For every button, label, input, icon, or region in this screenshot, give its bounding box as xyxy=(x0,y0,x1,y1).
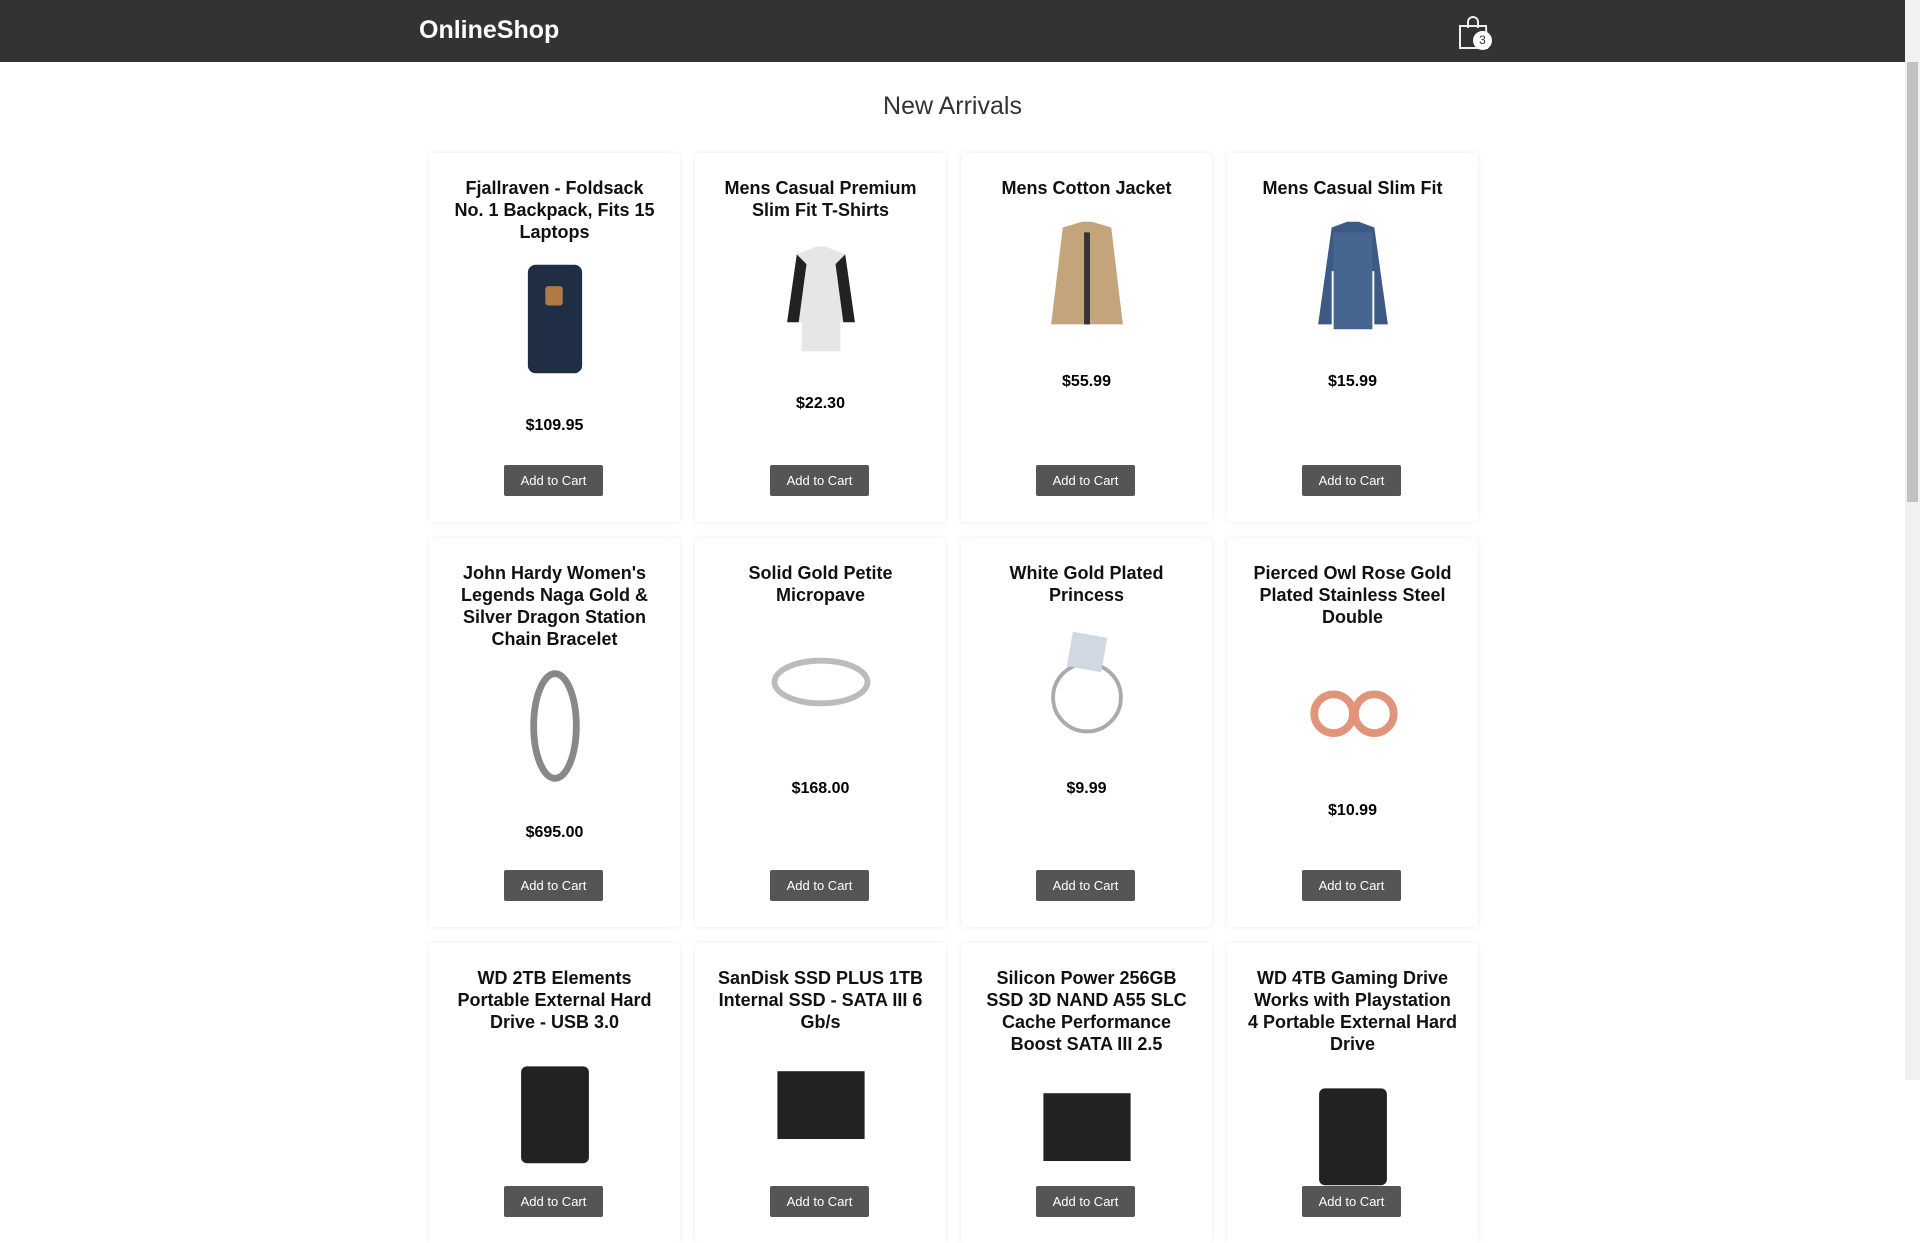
cart-count-badge: 3 xyxy=(1473,31,1492,50)
product-image[interactable] xyxy=(1247,213,1458,337)
product-price: $10.99 xyxy=(1328,802,1377,819)
product-card: Mens Casual Premium Slim Fit T-Shirts $2… xyxy=(695,153,946,522)
plugs-icon xyxy=(1309,690,1398,737)
brand-logo[interactable]: OnlineShop xyxy=(419,16,559,45)
scrollbar[interactable] xyxy=(1905,0,1920,1080)
product-card: Solid Gold Petite Micropave $168.00 Add … xyxy=(695,538,946,927)
product-image[interactable] xyxy=(715,620,926,744)
tshirt-icon xyxy=(786,246,855,352)
hard-drive-icon xyxy=(520,1066,589,1164)
product-image[interactable] xyxy=(449,664,660,788)
product-image[interactable] xyxy=(715,1047,926,1171)
product-card: SanDisk SSD PLUS 1TB Internal SSD - SATA… xyxy=(695,943,946,1243)
product-card: John Hardy Women's Legends Naga Gold & S… xyxy=(429,538,680,927)
ring-set-icon xyxy=(1050,631,1123,734)
product-title[interactable]: Solid Gold Petite Micropave xyxy=(715,562,926,606)
product-image[interactable] xyxy=(449,257,660,381)
product-card: Pierced Owl Rose Gold Plated Stainless S… xyxy=(1227,538,1478,927)
product-price: $168.00 xyxy=(791,780,850,797)
add-to-cart-button[interactable]: Add to Cart xyxy=(1302,870,1401,901)
top-navbar: OnlineShop 3 xyxy=(0,0,1905,62)
product-image[interactable] xyxy=(1247,1069,1458,1193)
add-to-cart-button[interactable]: Add to Cart xyxy=(504,870,603,901)
product-image[interactable] xyxy=(715,235,926,359)
product-title[interactable]: White Gold Plated Princess xyxy=(981,562,1192,606)
add-to-cart-button[interactable]: Add to Cart xyxy=(504,1186,603,1217)
product-title[interactable]: WD 2TB Elements Portable External Hard D… xyxy=(449,967,660,1033)
ssd-icon xyxy=(776,1071,865,1140)
product-image[interactable] xyxy=(449,1047,660,1171)
product-title[interactable]: Silicon Power 256GB SSD 3D NAND A55 SLC … xyxy=(981,967,1192,1055)
add-to-cart-button[interactable]: Add to Cart xyxy=(1302,465,1401,496)
add-to-cart-button[interactable]: Add to Cart xyxy=(1036,465,1135,496)
ssd-icon xyxy=(1042,1093,1131,1162)
product-card: Mens Cotton Jacket $55.99 Add to Cart xyxy=(961,153,1212,522)
add-to-cart-button[interactable]: Add to Cart xyxy=(770,1186,869,1217)
product-price: $55.99 xyxy=(1062,373,1111,390)
product-image[interactable] xyxy=(981,213,1192,337)
product-price: $695.00 xyxy=(525,824,584,841)
product-title[interactable]: John Hardy Women's Legends Naga Gold & S… xyxy=(449,562,660,650)
product-title[interactable]: Mens Casual Slim Fit xyxy=(1247,177,1458,199)
add-to-cart-button[interactable]: Add to Cart xyxy=(770,465,869,496)
product-title[interactable]: WD 4TB Gaming Drive Works with Playstati… xyxy=(1247,967,1458,1055)
backpack-icon xyxy=(527,264,582,374)
longsleeve-icon xyxy=(1317,221,1388,330)
product-card: White Gold Plated Princess $9.99 Add to … xyxy=(961,538,1212,927)
product-price: $15.99 xyxy=(1328,373,1377,390)
product-card: WD 4TB Gaming Drive Works with Playstati… xyxy=(1227,943,1478,1243)
product-card: WD 2TB Elements Portable External Hard D… xyxy=(429,943,680,1243)
product-card: Mens Casual Slim Fit $15.99 Add to Cart xyxy=(1227,153,1478,522)
add-to-cart-button[interactable]: Add to Cart xyxy=(1302,1186,1401,1217)
add-to-cart-button[interactable]: Add to Cart xyxy=(504,465,603,496)
product-image[interactable] xyxy=(981,1069,1192,1193)
product-image[interactable] xyxy=(981,620,1192,744)
jacket-icon xyxy=(1050,221,1123,325)
product-title[interactable]: Mens Cotton Jacket xyxy=(981,177,1192,199)
product-title[interactable]: SanDisk SSD PLUS 1TB Internal SSD - SATA… xyxy=(715,967,926,1033)
product-price: $109.95 xyxy=(525,417,584,434)
hard-drive-icon xyxy=(1318,1088,1387,1186)
product-title[interactable]: Mens Casual Premium Slim Fit T-Shirts xyxy=(715,177,926,221)
add-to-cart-button[interactable]: Add to Cart xyxy=(1036,870,1135,901)
bracelet-icon xyxy=(529,670,580,782)
add-to-cart-button[interactable]: Add to Cart xyxy=(1036,1186,1135,1217)
scrollbar-thumb[interactable] xyxy=(1907,62,1918,502)
product-image[interactable] xyxy=(1247,642,1458,766)
product-card: Silicon Power 256GB SSD 3D NAND A55 SLC … xyxy=(961,943,1212,1243)
product-card: Fjallraven - Foldsack No. 1 Backpack, Fi… xyxy=(429,153,680,522)
product-title[interactable]: Pierced Owl Rose Gold Plated Stainless S… xyxy=(1247,562,1458,628)
product-title[interactable]: Fjallraven - Foldsack No. 1 Backpack, Fi… xyxy=(449,177,660,243)
product-price: $9.99 xyxy=(1066,780,1107,797)
page-title: New Arrivals xyxy=(883,92,1022,120)
ring-icon xyxy=(771,657,870,707)
product-price: $22.30 xyxy=(796,395,845,412)
add-to-cart-button[interactable]: Add to Cart xyxy=(770,870,869,901)
